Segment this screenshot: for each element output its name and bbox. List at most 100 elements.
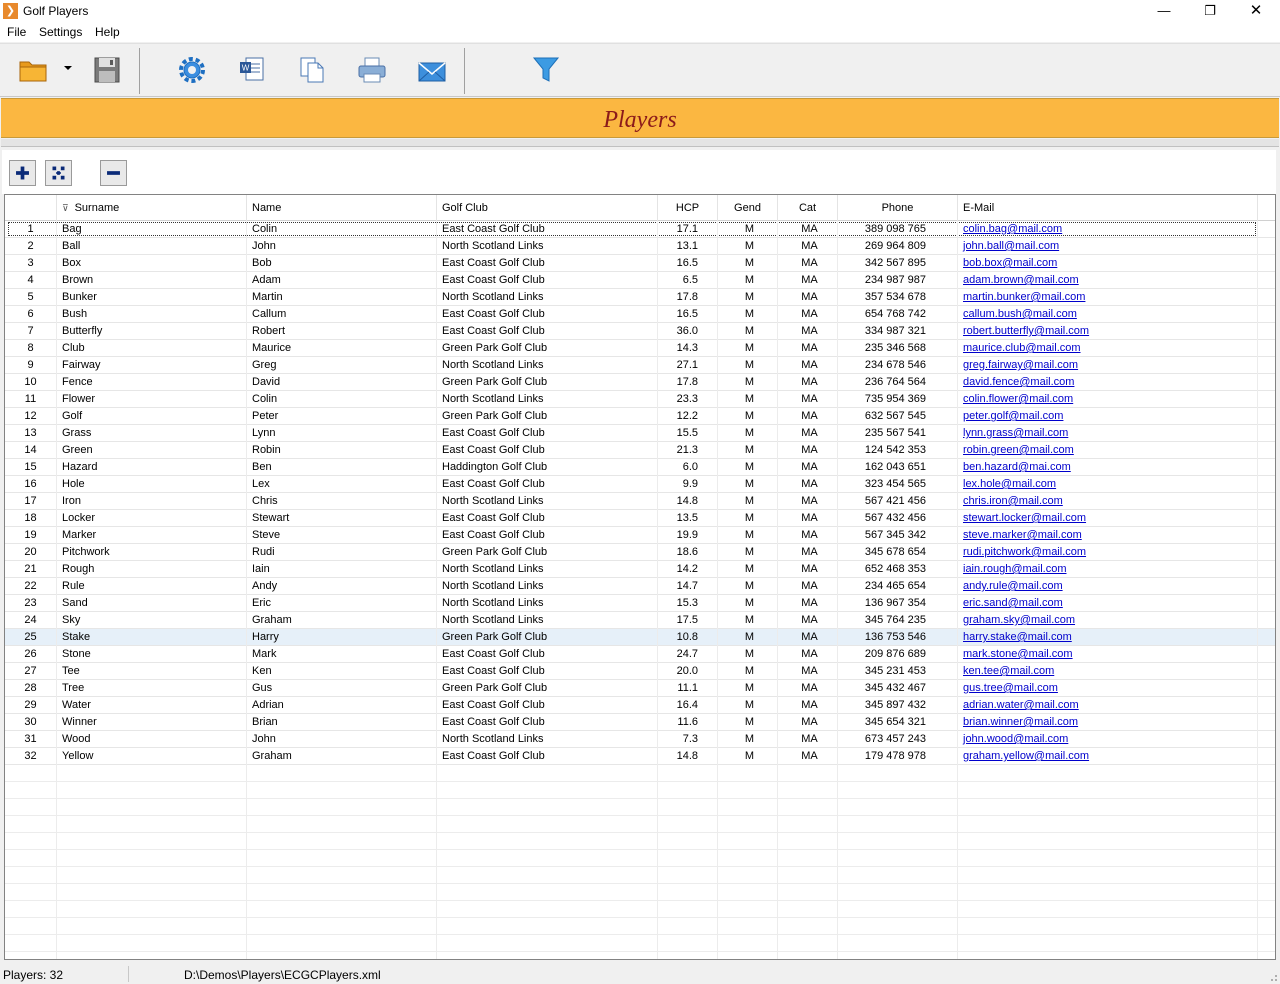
column-header-name[interactable]: Name (247, 195, 437, 221)
table-row[interactable]: 7 Butterfly Robert East Coast Golf Club 36.0… (5, 323, 1275, 340)
table-row[interactable]: 30 Winner Brian East Coast Golf Club 11.6 M MA… (5, 714, 1275, 731)
cell-phone: 652 468 353 (838, 561, 958, 577)
cell-email[interactable]: adrian.water@mail.com (958, 697, 1258, 713)
cell-email[interactable]: peter.golf@mail.com (958, 408, 1258, 424)
cell-email[interactable]: david.fence@mail.com (958, 374, 1258, 390)
table-row[interactable]: 8 Club Maurice Green Park Golf Club 14.3 M MA 2… (5, 340, 1275, 357)
cell-email[interactable]: graham.sky@mail.com (958, 612, 1258, 628)
table-row[interactable]: 20 Pitchwork Rudi Green Park Golf Club 18.6 M… (5, 544, 1275, 561)
table-row[interactable]: 28 Tree Gus Green Park Golf Club 11.1 M MA 345 … (5, 680, 1275, 697)
cell-email[interactable]: maurice.club@mail.com (958, 340, 1258, 356)
table-row[interactable]: 11 Flower Colin North Scotland Links 23.3 M MA… (5, 391, 1275, 408)
table-row[interactable]: 6 Bush Callum East Coast Golf Club 16.5 M MA 65… (5, 306, 1275, 323)
column-header-gend[interactable]: Gend (718, 195, 778, 221)
close-button[interactable]: ✕ (1233, 0, 1279, 22)
table-row[interactable]: 31 Wood John North Scotland Links 7.3 M MA 673 … (5, 731, 1275, 748)
table-row[interactable]: 14 Green Robin East Coast Golf Club 21.3 M MA 1… (5, 442, 1275, 459)
column-header-surname[interactable]: ⊽ Surname (57, 195, 247, 221)
cell-email[interactable]: john.ball@mail.com (958, 238, 1258, 254)
table-row[interactable]: 17 Iron Chris North Scotland Links 14.8 M MA 56… (5, 493, 1275, 510)
minimize-button[interactable]: — (1141, 0, 1187, 22)
open-folder-icon[interactable] (18, 54, 50, 86)
cell-num: 4 (5, 272, 57, 288)
table-row[interactable]: 22 Rule Andy North Scotland Links 14.7 M MA 234… (5, 578, 1275, 595)
grid-select-icon[interactable] (45, 160, 72, 186)
cell-email[interactable]: ben.hazard@mai.com (958, 459, 1258, 475)
table-row[interactable]: 10 Fence David Green Park Golf Club 17.8 M MA 2… (5, 374, 1275, 391)
table-row[interactable]: 26 Stone Mark East Coast Golf Club 24.7 M MA 20… (5, 646, 1275, 663)
table-row[interactable]: 4 Brown Adam East Coast Golf Club 6.5 M MA 234 … (5, 272, 1275, 289)
resize-grip-icon[interactable] (1268, 972, 1278, 982)
cell-email[interactable]: callum.bush@mail.com (958, 306, 1258, 322)
save-icon[interactable] (91, 54, 123, 86)
cell-club: East Coast Golf Club (437, 714, 658, 730)
cell-name: Lynn (247, 425, 437, 441)
column-header-club[interactable]: Golf Club (437, 195, 658, 221)
table-row[interactable]: 5 Bunker Martin North Scotland Links 17.8 M MA… (5, 289, 1275, 306)
menu-help[interactable]: Help (95, 25, 120, 39)
filter-icon[interactable] (530, 54, 562, 86)
copy-icon[interactable] (296, 54, 328, 86)
table-row[interactable]: 18 Locker Stewart East Coast Golf Club 13.5 M… (5, 510, 1275, 527)
table-row[interactable]: 15 Hazard Ben Haddington Golf Club 6.0 M MA 162… (5, 459, 1275, 476)
table-row[interactable]: 29 Water Adrian East Coast Golf Club 16.4 M MA… (5, 697, 1275, 714)
cell-email[interactable]: robert.butterfly@mail.com (958, 323, 1258, 339)
cell-email[interactable]: colin.bag@mail.com (958, 221, 1258, 237)
cell-email[interactable]: iain.rough@mail.com (958, 561, 1258, 577)
cell-email[interactable]: ken.tee@mail.com (958, 663, 1258, 679)
table-row[interactable]: 21 Rough Iain North Scotland Links 14.2 M MA 65… (5, 561, 1275, 578)
cell-email[interactable]: eric.sand@mail.com (958, 595, 1258, 611)
cell-email[interactable]: greg.fairway@mail.com (958, 357, 1258, 373)
table-row[interactable]: 2 Ball John North Scotland Links 13.1 M MA 269 … (5, 238, 1275, 255)
column-divider (657, 221, 658, 959)
column-header-hcp[interactable]: HCP (658, 195, 718, 221)
table-row[interactable]: 25 Stake Harry Green Park Golf Club 10.8 M MA 1… (5, 629, 1275, 646)
cell-email[interactable]: stewart.locker@mail.com (958, 510, 1258, 526)
table-row[interactable]: 9 Fairway Greg North Scotland Links 27.1 M MA 2… (5, 357, 1275, 374)
table-row[interactable]: 23 Sand Eric North Scotland Links 15.3 M MA 136… (5, 595, 1275, 612)
table-row[interactable]: 3 Box Bob East Coast Golf Club 16.5 M MA 342 56… (5, 255, 1275, 272)
cell-name: Graham (247, 748, 437, 764)
cell-email[interactable]: brian.winner@mail.com (958, 714, 1258, 730)
table-row[interactable]: 27 Tee Ken East Coast Golf Club 20.0 M MA 345 2… (5, 663, 1275, 680)
grid-toolbar (2, 150, 1276, 194)
table-row[interactable]: 13 Grass Lynn East Coast Golf Club 15.5 M MA 23… (5, 425, 1275, 442)
cell-email[interactable]: andy.rule@mail.com (958, 578, 1258, 594)
remove-row-button[interactable] (100, 160, 127, 186)
add-row-button[interactable] (9, 160, 36, 186)
open-dropdown-icon[interactable] (64, 66, 72, 70)
cell-email[interactable]: lynn.grass@mail.com (958, 425, 1258, 441)
cell-email[interactable]: bob.box@mail.com (958, 255, 1258, 271)
cell-email[interactable]: john.wood@mail.com (958, 731, 1258, 747)
table-row[interactable]: 12 Golf Peter Green Park Golf Club 12.2 M MA 63… (5, 408, 1275, 425)
cell-email[interactable]: graham.yellow@mail.com (958, 748, 1258, 764)
cell-phone: 567 432 456 (838, 510, 958, 526)
cell-email[interactable]: adam.brown@mail.com (958, 272, 1258, 288)
cell-email[interactable]: robin.green@mail.com (958, 442, 1258, 458)
print-icon[interactable] (356, 54, 388, 86)
column-header-email[interactable]: E-Mail (958, 195, 1258, 221)
table-row[interactable]: 16 Hole Lex East Coast Golf Club 9.9 M MA 323 4… (5, 476, 1275, 493)
cell-email[interactable]: chris.iron@mail.com (958, 493, 1258, 509)
table-row[interactable]: 1 Bag Colin East Coast Golf Club 17.1 M MA 389 … (5, 221, 1275, 238)
table-row[interactable]: 32 Yellow Graham East Coast Golf Club 14.8 M M… (5, 748, 1275, 765)
cell-email[interactable]: gus.tree@mail.com (958, 680, 1258, 696)
word-export-icon[interactable]: W (236, 54, 268, 86)
cell-email[interactable]: steve.marker@mail.com (958, 527, 1258, 543)
cell-email[interactable]: rudi.pitchwork@mail.com (958, 544, 1258, 560)
column-header-cat[interactable]: Cat (778, 195, 838, 221)
cell-email[interactable]: lex.hole@mail.com (958, 476, 1258, 492)
gear-icon[interactable] (176, 54, 208, 86)
table-row[interactable]: 24 Sky Graham North Scotland Links 17.5 M MA 34… (5, 612, 1275, 629)
menu-settings[interactable]: Settings (39, 25, 82, 39)
cell-email[interactable]: harry.stake@mail.com (958, 629, 1258, 645)
column-header-phone[interactable]: Phone (838, 195, 958, 221)
email-icon[interactable] (416, 54, 448, 86)
cell-email[interactable]: mark.stone@mail.com (958, 646, 1258, 662)
maximize-button[interactable]: ❐ (1187, 0, 1233, 22)
table-row[interactable]: 19 Marker Steve East Coast Golf Club 19.9 M MA… (5, 527, 1275, 544)
cell-email[interactable]: martin.bunker@mail.com (958, 289, 1258, 305)
cell-email[interactable]: colin.flower@mail.com (958, 391, 1258, 407)
menu-file[interactable]: File (7, 25, 26, 39)
column-header-num[interactable] (5, 195, 57, 221)
